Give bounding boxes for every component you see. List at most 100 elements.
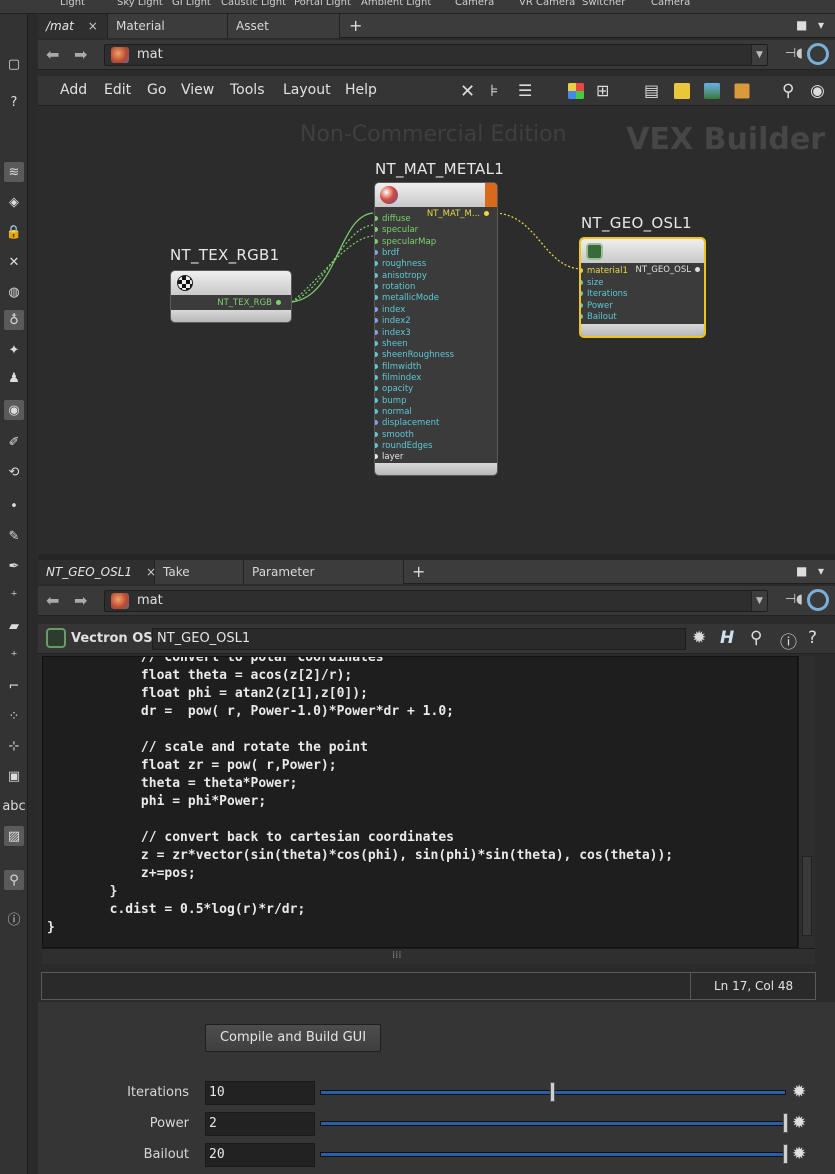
wrench-icon[interactable]: ✕ bbox=[460, 81, 480, 102]
port-Iterations[interactable]: Iterations bbox=[581, 289, 627, 299]
port-filmwidth[interactable]: filmwidth bbox=[375, 362, 421, 372]
port-brdf[interactable]: brdf bbox=[375, 248, 399, 258]
power-field[interactable]: 2 bbox=[205, 1112, 315, 1136]
back-arrow-icon[interactable]: ⬅ bbox=[46, 45, 59, 64]
port-material1[interactable]: material1 bbox=[581, 266, 628, 276]
code-vertical-scrollbar[interactable] bbox=[798, 656, 815, 948]
port-specularMap[interactable]: specularMap bbox=[375, 237, 436, 247]
operator-name-field[interactable]: NT_GEO_OSL1 bbox=[152, 628, 686, 650]
compile-build-button[interactable]: Compile and Build GUI bbox=[205, 1024, 381, 1052]
menu-add[interactable]: Add bbox=[60, 82, 87, 98]
bailout-slider[interactable] bbox=[320, 1152, 786, 1157]
port-metal-out[interactable]: NT_MAT_M... bbox=[427, 209, 489, 219]
pane-menu-icon[interactable]: ▾ bbox=[818, 564, 824, 578]
node-mat-metal[interactable]: NT_MAT_M... diffuse specular specularMap br… bbox=[374, 182, 498, 476]
shelf-tool-camera-2[interactable]: Camera bbox=[651, 0, 690, 8]
menu-edit[interactable]: Edit bbox=[104, 82, 131, 98]
slider-handle[interactable] bbox=[783, 1113, 788, 1133]
maximize-icon[interactable]: ■ bbox=[796, 18, 807, 32]
menu-view[interactable]: View bbox=[181, 82, 214, 98]
pen-icon[interactable]: ✒ bbox=[4, 556, 24, 576]
forward-arrow-icon[interactable]: ➡ bbox=[74, 45, 87, 64]
help-h-icon[interactable]: H bbox=[720, 628, 734, 648]
shelf-tool-light[interactable]: Light bbox=[60, 0, 85, 8]
port-anisotropy[interactable]: anisotropy bbox=[375, 271, 427, 281]
port-index2[interactable]: index2 bbox=[375, 316, 411, 326]
chevron-down-icon[interactable]: ▼ bbox=[751, 591, 767, 611]
shelf-tool-switcher[interactable]: Switcher bbox=[582, 0, 625, 8]
menu-layout[interactable]: Layout bbox=[283, 82, 331, 98]
pin-icon[interactable]: ⚲ bbox=[4, 870, 24, 890]
port-Bailout[interactable]: Bailout bbox=[581, 312, 617, 322]
code-editor[interactable]: // convert to polar coordinates float th… bbox=[42, 656, 798, 948]
select-icon[interactable]: ▢ bbox=[4, 54, 24, 74]
search-icon[interactable]: ⚲ bbox=[782, 81, 802, 101]
iterations-field[interactable]: 10 bbox=[205, 1081, 315, 1105]
layers-icon[interactable]: ≋ bbox=[4, 162, 24, 182]
param-path-field[interactable]: mat ▼ bbox=[104, 590, 768, 612]
port-sheenRoughness[interactable]: sheenRoughness bbox=[375, 350, 454, 360]
shelf-tool-camera[interactable]: Camera bbox=[455, 0, 494, 8]
points-icon[interactable]: ⁘ bbox=[4, 706, 24, 726]
gear-icon[interactable]: ✹ bbox=[692, 628, 706, 648]
question-icon[interactable]: ? bbox=[808, 628, 817, 648]
tab-take-list[interactable]: Take List× bbox=[155, 560, 244, 603]
eraser-icon[interactable]: ▰ bbox=[4, 616, 24, 636]
number-icon[interactable]: ⁺ bbox=[4, 586, 24, 606]
lock-icon[interactable]: 🔒 bbox=[4, 222, 24, 242]
port-Power[interactable]: Power bbox=[581, 301, 613, 311]
ball-icon[interactable]: ◉ bbox=[4, 400, 24, 420]
port-filmindex[interactable]: filmindex bbox=[375, 373, 421, 383]
port-geo-out[interactable]: NT_GEO_OSL bbox=[635, 265, 700, 275]
eye-icon[interactable]: ◉ bbox=[810, 81, 830, 101]
port-bump[interactable]: bump bbox=[375, 396, 406, 406]
port-size[interactable]: size bbox=[581, 278, 603, 288]
shelf-tool-gi-light[interactable]: GI Light bbox=[172, 0, 211, 8]
port-displacement[interactable]: displacement bbox=[375, 418, 439, 428]
number-2-icon[interactable]: ⁺ bbox=[4, 646, 24, 666]
info-icon[interactable]: ⓘ bbox=[4, 908, 24, 928]
light-x-icon[interactable]: ✕ bbox=[4, 252, 24, 272]
port-sheen[interactable]: sheen bbox=[375, 339, 408, 349]
power-slider[interactable] bbox=[320, 1121, 786, 1126]
gear-icon[interactable]: ✹ bbox=[792, 1082, 806, 1102]
port-diffuse[interactable]: diffuse bbox=[375, 214, 411, 224]
shelf-tool-ambient-light[interactable]: Ambient Light bbox=[361, 0, 431, 8]
back-arrow-icon[interactable]: ⬅ bbox=[46, 591, 59, 610]
gear-icon[interactable]: ✹ bbox=[792, 1144, 806, 1164]
port-index3[interactable]: index3 bbox=[375, 328, 411, 338]
link-icon[interactable] bbox=[807, 589, 829, 611]
port-layer[interactable]: layer bbox=[375, 452, 403, 462]
bulb-icon[interactable]: ♁ bbox=[4, 310, 24, 330]
port-specular[interactable]: specular bbox=[375, 225, 418, 235]
menu-help[interactable]: Help bbox=[345, 82, 377, 98]
add-tab-icon[interactable]: + bbox=[349, 16, 362, 35]
close-icon[interactable]: × bbox=[88, 19, 98, 33]
grip-icon[interactable]: ⁞⁞⁞ bbox=[392, 950, 402, 961]
color-palette-icon[interactable] bbox=[568, 83, 584, 99]
network-path-field[interactable]: mat ▼ bbox=[104, 44, 768, 66]
edge-icon[interactable]: ⊹ bbox=[4, 736, 24, 756]
add-tab-icon[interactable]: + bbox=[412, 562, 425, 581]
forward-arrow-icon[interactable]: ➡ bbox=[74, 591, 87, 610]
shelf-tool-caustic-light[interactable]: Caustic Light bbox=[221, 0, 286, 8]
menu-go[interactable]: Go bbox=[147, 82, 166, 98]
code-horizontal-scrollbar[interactable]: ⁞⁞⁞ bbox=[42, 948, 815, 964]
image-icon[interactable] bbox=[704, 83, 720, 99]
search-icon[interactable]: ⚲ bbox=[750, 628, 762, 648]
menu-tools[interactable]: Tools bbox=[230, 82, 265, 98]
port-tex-out[interactable]: NT_TEX_RGB bbox=[217, 298, 281, 308]
list-icon[interactable]: ☰ bbox=[518, 81, 538, 101]
port-rotation[interactable]: rotation bbox=[375, 282, 415, 292]
bulb-small-icon[interactable]: ✦ bbox=[4, 340, 24, 360]
tab-parameter-spreadsheet[interactable]: Parameter Spreadsheet× bbox=[244, 560, 404, 603]
tree-icon[interactable]: ⊧ bbox=[490, 81, 510, 101]
tab-asset-browser[interactable]: Asset Browser× bbox=[228, 14, 340, 57]
link-icon[interactable] bbox=[807, 43, 829, 65]
pin-icon[interactable]: ⊣◖ bbox=[785, 592, 803, 607]
sphere-icon[interactable]: ◍ bbox=[4, 282, 24, 302]
slider-handle[interactable] bbox=[783, 1144, 788, 1164]
help-icon[interactable]: ? bbox=[4, 92, 24, 112]
sticky-note-icon[interactable] bbox=[674, 83, 690, 99]
figure-icon[interactable]: ♟ bbox=[4, 368, 24, 388]
